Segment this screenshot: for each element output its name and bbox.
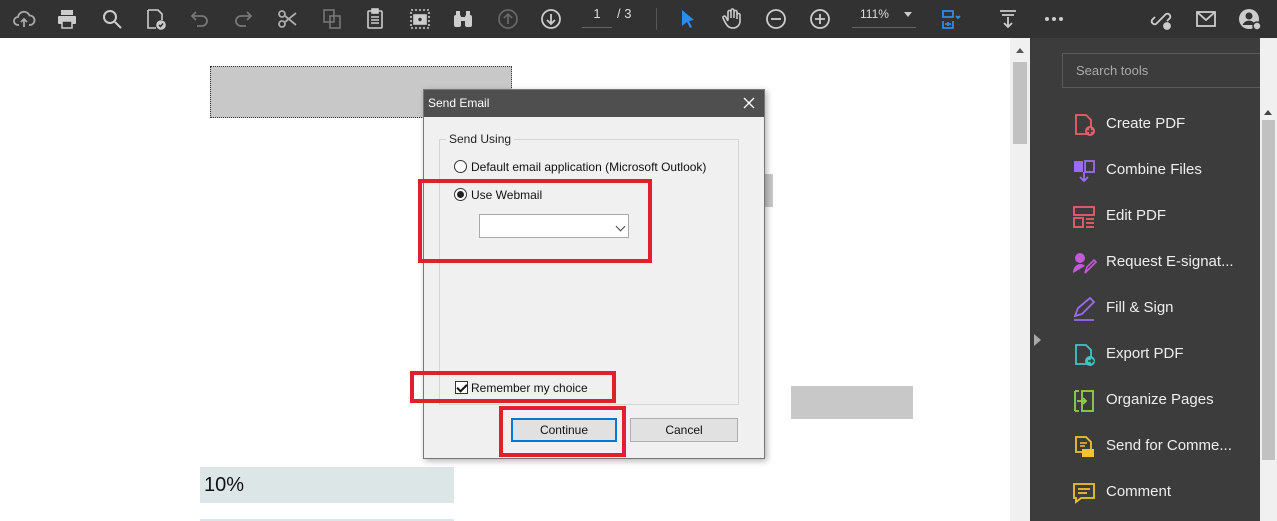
tool-organize-pages[interactable]: Organize Pages xyxy=(1047,380,1260,420)
tool-combine-files[interactable]: Combine Files xyxy=(1047,150,1260,190)
fill-sign-icon xyxy=(1073,296,1096,321)
redo-icon[interactable] xyxy=(226,0,260,38)
tool-export-pdf[interactable]: Export PDF xyxy=(1047,334,1260,374)
screenshot-icon[interactable] xyxy=(403,0,437,38)
tool-label: Combine Files xyxy=(1106,161,1202,178)
clipboard-icon[interactable] xyxy=(358,0,392,38)
group-label: Send Using xyxy=(446,132,515,146)
select-cursor-icon[interactable] xyxy=(671,0,705,38)
tools-pane: Search tools Create PDF Combine Files Ed… xyxy=(1047,38,1262,521)
document-scrollbar[interactable] xyxy=(1010,38,1030,521)
highlight-continue-button xyxy=(499,406,626,457)
app-window: { "toolbar": { "page_current": "1", "pag… xyxy=(0,0,1277,521)
export-pdf-icon xyxy=(1075,344,1095,366)
tool-create-pdf[interactable]: Create PDF xyxy=(1047,104,1260,144)
zoom-search-icon[interactable] xyxy=(95,0,129,38)
highlight-remember-choice xyxy=(410,371,616,403)
tool-label: Organize Pages xyxy=(1106,391,1214,408)
tool-label: Create PDF xyxy=(1106,115,1186,132)
create-pdf-icon xyxy=(1075,114,1095,136)
scroll-mode-icon[interactable] xyxy=(991,0,1025,38)
form-field[interactable] xyxy=(791,386,913,419)
zoom-in-icon[interactable] xyxy=(803,0,837,38)
binoculars-icon[interactable] xyxy=(446,0,480,38)
tool-fill-sign[interactable]: Fill & Sign xyxy=(1047,288,1260,328)
search-tools-input[interactable]: Search tools xyxy=(1062,53,1262,88)
scroll-up-icon[interactable] xyxy=(1264,110,1272,115)
tool-label: Send for Comme... xyxy=(1106,437,1232,454)
tool-comment[interactable]: Comment xyxy=(1047,472,1260,512)
cut-icon[interactable] xyxy=(271,0,305,38)
main-toolbar: 1 / 3 111% xyxy=(0,0,1277,38)
copy-icon[interactable] xyxy=(315,0,349,38)
combine-files-icon xyxy=(1074,160,1095,183)
hand-icon[interactable] xyxy=(715,0,749,38)
tool-send-for-comments[interactable]: Send for Comme... xyxy=(1047,426,1260,466)
scrollbar-thumb[interactable] xyxy=(1262,120,1275,460)
highlight-webmail-option xyxy=(418,179,652,263)
print-icon[interactable] xyxy=(50,0,84,38)
expand-pane-icon[interactable] xyxy=(1034,334,1041,346)
tool-label: Export PDF xyxy=(1106,345,1184,362)
prev-page-icon[interactable] xyxy=(491,0,525,38)
scroll-up-icon[interactable] xyxy=(1010,42,1030,58)
scrollbar-thumb[interactable] xyxy=(1013,62,1027,144)
tool-edit-pdf[interactable]: Edit PDF xyxy=(1047,196,1260,236)
chevron-down-icon[interactable] xyxy=(904,12,912,17)
share-link-icon[interactable] xyxy=(1144,0,1178,38)
zoom-out-icon[interactable] xyxy=(759,0,793,38)
organize-pages-icon xyxy=(1074,390,1094,412)
next-page-icon[interactable] xyxy=(534,0,568,38)
tool-label: Comment xyxy=(1106,483,1172,500)
more-icon[interactable] xyxy=(1037,0,1071,38)
comment-icon xyxy=(1073,483,1095,504)
form-field-fragment xyxy=(764,174,773,207)
close-icon[interactable] xyxy=(740,94,758,112)
upload-icon[interactable] xyxy=(7,0,41,38)
tool-label: Request E-signat... xyxy=(1106,253,1234,270)
cancel-button[interactable]: Cancel xyxy=(630,418,738,442)
tool-label: Edit PDF xyxy=(1106,207,1167,224)
request-esign-icon xyxy=(1073,253,1097,274)
account-icon[interactable] xyxy=(1233,0,1267,38)
edit-pdf-icon xyxy=(1073,206,1095,228)
send-email-dialog: Send Email Send Using Default email appl… xyxy=(423,89,765,459)
toolbar-divider xyxy=(656,8,657,30)
tools-scrollbar[interactable] xyxy=(1260,38,1277,521)
default-email-label[interactable]: Default email application (Microsoft Out… xyxy=(471,160,706,174)
fit-page-icon[interactable] xyxy=(934,0,968,38)
pane-toggle[interactable] xyxy=(1030,38,1047,521)
undo-icon[interactable] xyxy=(183,0,217,38)
page-total: / 3 xyxy=(617,6,632,21)
tool-label: Fill & Sign xyxy=(1106,299,1174,316)
send-comments-icon xyxy=(1075,436,1094,457)
default-email-radio[interactable] xyxy=(454,160,467,173)
dialog-title: Send Email xyxy=(424,90,764,117)
percent-cell: 10% xyxy=(200,467,454,503)
page-number-input[interactable]: 1 xyxy=(582,4,612,28)
edit-check-icon[interactable] xyxy=(138,0,172,38)
email-icon[interactable] xyxy=(1189,0,1223,38)
tool-request-esign[interactable]: Request E-signat... xyxy=(1047,242,1260,282)
